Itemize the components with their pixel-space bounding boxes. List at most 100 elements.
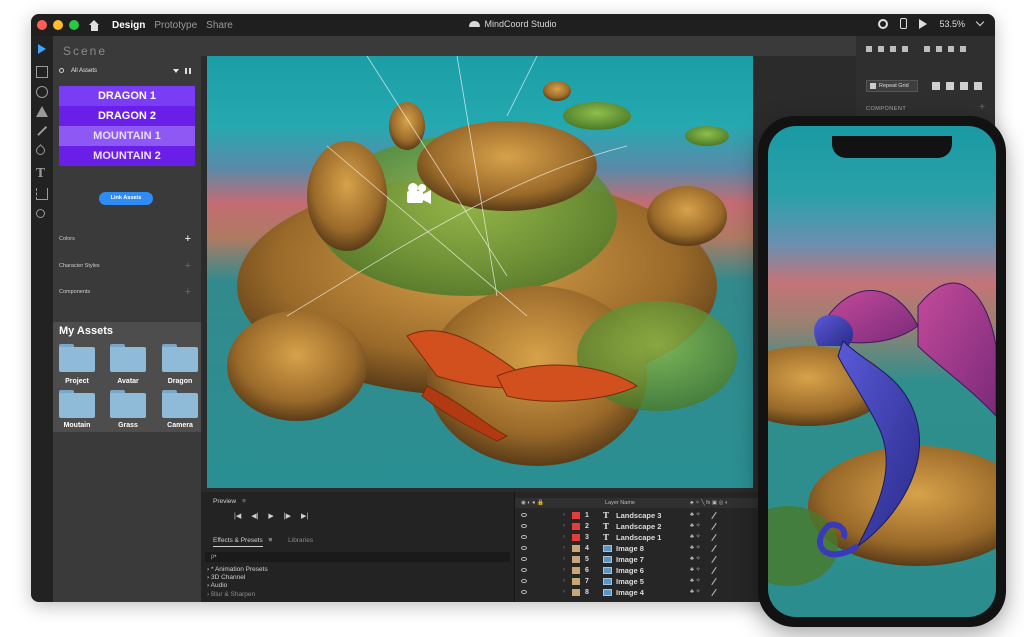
effect-item[interactable]: › Blur & Sharpen [207,591,268,599]
quality-switch-icon[interactable] [711,555,717,564]
tab-design[interactable]: Design [112,20,145,31]
folder-icon[interactable] [162,390,198,418]
ellipse-tool-icon[interactable] [36,86,48,98]
layer-row[interactable]: › 6 Image 6 ♣ ✧ [515,565,790,576]
rectangle-tool-icon[interactable] [36,66,48,78]
step-forward-icon[interactable]: |▶ [284,512,291,520]
polygon-tool-icon[interactable] [36,106,48,117]
layer-row[interactable]: › 4 Image 8 ♣ ✧ [515,543,790,554]
layer-name[interactable]: Image 4 [616,587,644,598]
repeat-grid-button[interactable]: Repeat Grid [866,80,918,92]
layer-name[interactable]: Landscape 1 [616,532,661,543]
boolean-add-icon[interactable] [932,82,940,90]
asset-mountain-1[interactable]: MOUNTAIN 1 [59,126,195,146]
expand-arrow-icon[interactable]: › [563,510,565,521]
folder-icon[interactable] [110,344,146,372]
asset-filter[interactable]: All Assets [59,66,195,79]
visibility-icon[interactable] [521,513,527,517]
visibility-icon[interactable] [521,524,527,528]
layer-name[interactable]: Image 5 [616,576,644,587]
line-tool-icon[interactable] [37,125,47,136]
zoom-level[interactable]: 53.5% [939,19,965,29]
add-component-icon[interactable]: + [185,286,191,298]
asset-dragon-1[interactable]: DRAGON 1 [59,86,195,106]
distribute-icon[interactable] [960,46,966,52]
layer-switch-icon[interactable]: ♣ ✧ [690,532,701,543]
chevron-down-icon[interactable] [173,69,179,73]
layer-name[interactable]: Image 6 [616,565,644,576]
menu-icon[interactable]: ≡ [269,537,273,544]
home-icon[interactable] [89,19,100,31]
layer-row[interactable]: › 3 T Landscape 1 ♣ ✧ [515,532,790,543]
tab-prototype[interactable]: Prototype [154,20,197,31]
effect-item[interactable]: › Audio [207,582,268,590]
layer-row[interactable]: › 1 T Landscape 3 ♣ ✧ [515,510,790,521]
layer-name[interactable]: Image 7 [616,554,644,565]
expand-arrow-icon[interactable]: › [563,554,565,565]
zoom-tool-icon[interactable] [36,209,45,218]
layer-switch-icon[interactable]: ♣ ✧ [690,521,701,532]
expand-arrow-icon[interactable]: › [563,565,565,576]
skip-forward-icon[interactable]: ▶| [301,512,308,520]
quality-switch-icon[interactable] [711,533,717,542]
folder-icon[interactable] [110,390,146,418]
grid-view-icon[interactable] [185,68,191,74]
layer-row[interactable]: › 2 T Landscape 2 ♣ ✧ [515,521,790,532]
effect-item[interactable]: › * Animation Presets [207,566,268,574]
label-color-swatch[interactable] [572,556,580,563]
label-color-swatch[interactable] [572,523,580,530]
section-character-styles[interactable]: Character Styles + [59,260,195,272]
expand-arrow-icon[interactable]: › [563,543,565,554]
minimize-button[interactable] [53,20,63,30]
folder-icon[interactable] [59,390,95,418]
boolean-intersect-icon[interactable] [960,82,968,90]
layer-name[interactable]: Image 8 [616,543,644,554]
step-back-icon[interactable]: ◀| [251,512,258,520]
visibility-icon[interactable] [521,546,527,550]
layer-switch-icon[interactable]: ♣ ✧ [690,587,701,598]
play-icon[interactable]: ▶ [268,512,273,520]
distribute-icon[interactable] [924,46,930,52]
link-assets-button[interactable]: Link Assets [99,192,153,205]
add-color-icon[interactable]: + [185,233,191,245]
play-icon[interactable] [919,18,928,29]
quality-switch-icon[interactable] [711,511,717,520]
label-color-swatch[interactable] [572,545,580,552]
align-top-icon[interactable] [902,46,908,52]
skip-back-icon[interactable]: |◀ [234,512,241,520]
add-character-style-icon[interactable]: + [185,260,191,272]
add-component-icon[interactable]: + [979,102,985,113]
select-tool-icon[interactable] [38,44,46,54]
artboard-tool-icon[interactable] [36,188,48,200]
expand-arrow-icon[interactable]: › [563,587,565,598]
quality-switch-icon[interactable] [711,522,717,531]
visibility-icon[interactable] [521,557,527,561]
maximize-button[interactable] [69,20,79,30]
distribute-icon[interactable] [948,46,954,52]
layer-name[interactable]: Landscape 3 [616,510,661,521]
scene-viewport[interactable] [207,56,753,488]
expand-arrow-icon[interactable]: › [563,576,565,587]
tab-share[interactable]: Share [206,20,233,31]
layer-row[interactable]: › 5 Image 7 ♣ ✧ [515,554,790,565]
tab-libraries[interactable]: Libraries [288,537,313,544]
asset-mountain-2[interactable]: MOUNTAIN 2 [59,146,195,166]
text-tool-icon[interactable]: T [36,166,45,180]
layer-switch-icon[interactable]: ♣ ✧ [690,510,701,521]
tab-effects-presets[interactable]: Effects & Presets [213,537,263,547]
quality-switch-icon[interactable] [711,566,717,575]
effect-item[interactable]: › 3D Channel [207,574,268,582]
label-color-swatch[interactable] [572,534,580,541]
layer-switch-icon[interactable]: ♣ ✧ [690,565,701,576]
menu-icon[interactable]: ≡ [242,498,246,505]
quality-switch-icon[interactable] [711,588,717,597]
chevron-down-icon[interactable] [975,17,985,27]
boolean-exclude-icon[interactable] [974,82,982,90]
visibility-icon[interactable] [521,568,527,572]
device-preview-icon[interactable] [900,18,908,29]
quality-switch-icon[interactable] [711,544,717,553]
expand-arrow-icon[interactable]: › [563,521,565,532]
boolean-subtract-icon[interactable] [946,82,954,90]
layer-row[interactable]: › 8 Image 4 ♣ ✧ [515,587,790,598]
quality-switch-icon[interactable] [711,577,717,586]
